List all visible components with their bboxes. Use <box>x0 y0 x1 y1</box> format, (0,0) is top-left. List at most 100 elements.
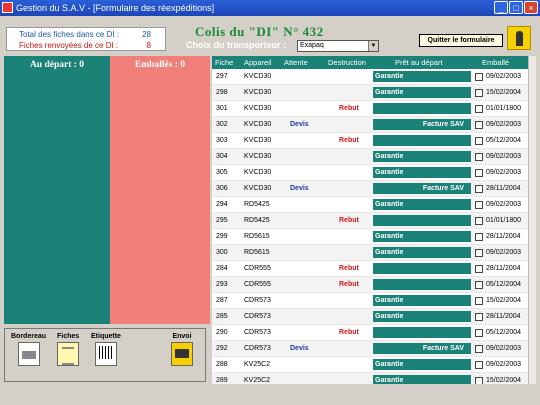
table-row[interactable]: 305 KVCD30 Garantie 09/02/2003 <box>212 165 528 181</box>
table-row[interactable]: 301 KVCD30 Rebut 01/01/1800 <box>212 101 528 117</box>
etiquette-button[interactable]: Etiquette <box>91 333 121 366</box>
pret-cell[interactable]: Garantie <box>373 71 471 82</box>
table-row[interactable]: 306 KVCD30 Devis Facture SAV 28/11/2004 <box>212 181 528 197</box>
pret-cell[interactable] <box>373 327 471 338</box>
emballe-checkbox[interactable] <box>475 201 483 209</box>
pret-cell[interactable]: Garantie <box>373 359 471 370</box>
carrier-value: Exapaq <box>300 42 324 49</box>
fiche-cell: 305 <box>216 169 228 176</box>
emballe-checkbox[interactable] <box>475 329 483 337</box>
appareil-cell: KVCD30 <box>244 73 272 80</box>
table-row[interactable]: 287 CDR573 Garantie 15/02/2004 <box>212 293 528 309</box>
emballe-checkbox[interactable] <box>475 105 483 113</box>
counters-box: Total des fiches dans ce DI : 28 Fiches … <box>6 27 166 51</box>
appareil-cell: CDR573 <box>244 345 271 352</box>
table-row[interactable]: 285 CDR573 Garantie 28/11/2004 <box>212 309 528 325</box>
appareil-cell: CDR555 <box>244 281 271 288</box>
table-row[interactable]: 290 CDR573 Rebut 05/12/2004 <box>212 325 528 341</box>
emballe-checkbox[interactable] <box>475 217 483 225</box>
table-row[interactable]: 298 KVCD30 Garantie 15/02/2004 <box>212 85 528 101</box>
date-cell: 01/01/1800 <box>486 105 522 112</box>
fiche-cell: 290 <box>216 329 228 336</box>
table-row[interactable]: 293 CDR555 Rebut 05/12/2004 <box>212 277 528 293</box>
emballe-checkbox[interactable] <box>475 265 483 273</box>
emballe-checkbox[interactable] <box>475 153 483 161</box>
table-row[interactable]: 295 RD5425 Rebut 01/01/1800 <box>212 213 528 229</box>
table-row[interactable]: 288 KV25C2 Garantie 09/02/2003 <box>212 357 528 373</box>
pret-cell[interactable]: Garantie <box>373 247 471 258</box>
attente-cell: Devis <box>290 121 309 128</box>
quit-form-button[interactable]: Quitter le formulaire <box>419 34 503 47</box>
total-fiches-label: Total des fiches dans ce DI : <box>19 30 120 39</box>
pret-cell[interactable] <box>373 103 471 114</box>
table-row[interactable]: 294 RD5425 Garantie 09/02/2003 <box>212 197 528 213</box>
window-title: Gestion du S.A.V - [Formulaire des réexp… <box>16 3 215 13</box>
appareil-cell: RD5425 <box>244 217 270 224</box>
attente-cell: Devis <box>290 345 309 352</box>
pret-cell[interactable] <box>373 279 471 290</box>
emballe-checkbox[interactable] <box>475 121 483 129</box>
minimize-button[interactable]: _ <box>494 1 508 14</box>
emballes-panel[interactable]: Emballés : 0 <box>110 56 210 324</box>
pret-cell[interactable]: Facture SAV <box>373 183 471 194</box>
pret-cell[interactable]: Garantie <box>373 311 471 322</box>
emballe-checkbox[interactable] <box>475 89 483 97</box>
pret-cell[interactable]: Garantie <box>373 167 471 178</box>
fiches-button[interactable]: Fiches <box>57 333 79 366</box>
pret-cell[interactable]: Garantie <box>373 199 471 210</box>
table-row[interactable]: 292 CDR573 Devis Facture SAV 09/02/2003 <box>212 341 528 357</box>
date-cell: 01/01/1800 <box>486 217 522 224</box>
col-pret: Prêt au départ <box>395 58 443 67</box>
table-row[interactable]: 297 KVCD30 Garantie 09/02/2003 <box>212 69 528 85</box>
pret-cell[interactable]: Facture SAV <box>373 343 471 354</box>
emballe-checkbox[interactable] <box>475 361 483 369</box>
pret-cell[interactable]: Garantie <box>373 231 471 242</box>
app-window: Gestion du S.A.V - [Formulaire des réexp… <box>0 0 540 405</box>
emballe-checkbox[interactable] <box>475 377 483 384</box>
chevron-down-icon[interactable]: ▼ <box>368 41 378 51</box>
depart-panel[interactable]: Au départ : 0 <box>4 56 110 324</box>
pret-cell[interactable] <box>373 135 471 146</box>
date-cell: 28/11/2004 <box>486 185 521 192</box>
bordereau-button[interactable]: Bordereau <box>11 333 46 366</box>
table-scrollbar[interactable] <box>528 56 536 384</box>
emballe-checkbox[interactable] <box>475 185 483 193</box>
table-row[interactable]: 304 KVCD30 Garantie 09/02/2003 <box>212 149 528 165</box>
exit-door-icon[interactable] <box>507 26 531 50</box>
envoi-button[interactable]: Envoi <box>171 333 193 366</box>
destruction-cell: Rebut <box>339 329 359 336</box>
pret-cell[interactable]: Facture SAV <box>373 119 471 130</box>
fiche-cell: 293 <box>216 281 228 288</box>
pret-cell[interactable] <box>373 263 471 274</box>
appareil-cell: CDR573 <box>244 329 271 336</box>
emballe-checkbox[interactable] <box>475 137 483 145</box>
table-row[interactable]: 303 KVCD30 Rebut 05/12/2004 <box>212 133 528 149</box>
pret-cell[interactable]: Garantie <box>373 87 471 98</box>
carrier-select[interactable]: Exapaq ▼ <box>297 40 379 52</box>
table-row[interactable]: 299 RD5615 Garantie 28/11/2004 <box>212 229 528 245</box>
table-row[interactable]: 302 KVCD30 Devis Facture SAV 09/02/2003 <box>212 117 528 133</box>
emballe-checkbox[interactable] <box>475 73 483 81</box>
appareil-cell: KVCD30 <box>244 121 272 128</box>
fiche-cell: 285 <box>216 313 228 320</box>
table-row[interactable]: 284 CDR555 Rebut 28/11/2004 <box>212 261 528 277</box>
table-row[interactable]: 289 KV25C2 Garantie 15/02/2004 <box>212 373 528 384</box>
pret-cell[interactable]: Garantie <box>373 295 471 306</box>
attente-cell: Devis <box>290 185 309 192</box>
pret-cell[interactable]: Garantie <box>373 375 471 384</box>
emballe-checkbox[interactable] <box>475 169 483 177</box>
maximize-button[interactable]: □ <box>509 1 523 14</box>
table-row[interactable]: 300 RD5615 Garantie 09/02/2003 <box>212 245 528 261</box>
close-button[interactable]: × <box>524 1 538 14</box>
pret-cell[interactable] <box>373 215 471 226</box>
emballe-checkbox[interactable] <box>475 249 483 257</box>
emballe-checkbox[interactable] <box>475 297 483 305</box>
emballe-checkbox[interactable] <box>475 281 483 289</box>
date-cell: 09/02/2003 <box>486 249 522 256</box>
pret-cell[interactable]: Garantie <box>373 151 471 162</box>
emballe-checkbox[interactable] <box>475 233 483 241</box>
date-cell: 09/02/2003 <box>486 361 522 368</box>
emballe-checkbox[interactable] <box>475 313 483 321</box>
title-bar: Gestion du S.A.V - [Formulaire des réexp… <box>0 0 540 16</box>
emballe-checkbox[interactable] <box>475 345 483 353</box>
